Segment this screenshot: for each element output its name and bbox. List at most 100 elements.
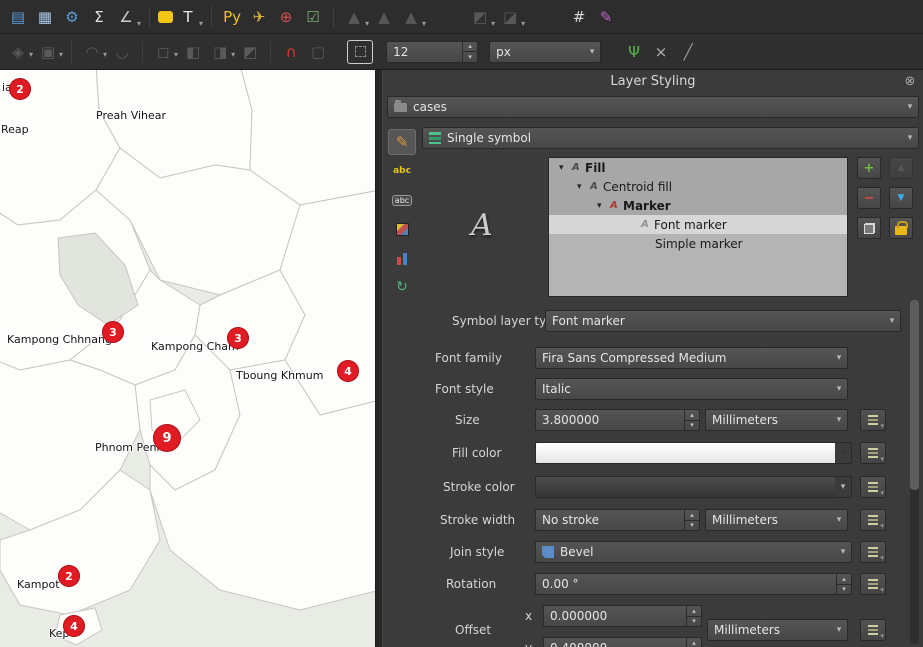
tab-diagrams[interactable] [388,245,416,271]
map-tips-icon[interactable] [158,11,173,23]
diagonal-move-icon[interactable]: ╱ [676,40,700,64]
expand-arrow-icon[interactable]: ▾ [597,201,610,211]
join-style-combo[interactable]: Bevel [535,541,852,563]
rotation-spinbox[interactable]: 0.00 ° [535,573,852,595]
python-console-icon[interactable]: Py [220,5,244,29]
cluster-marker[interactable]: 3 [227,327,249,349]
map-canvas[interactable]: iaReapPreah VihearKampong ChhnangKampong… [0,70,375,647]
rotate-label-icon[interactable]: ◧ [181,40,205,64]
fill-color-button[interactable] [535,442,852,464]
text-annotation-icon[interactable]: T [176,5,200,29]
stroke-width-spinbox[interactable]: No stroke [535,509,700,531]
reports-icon[interactable]: ▤ [6,5,30,29]
tab-callouts[interactable]: abc [388,187,416,213]
data-defined-size-button[interactable] [860,409,886,431]
offset-x-spin-buttons[interactable] [686,606,701,626]
size-spinbox[interactable]: 3.800000 [535,409,700,431]
scrollbar-thumb[interactable] [910,300,919,490]
remove-symbol-layer-button[interactable]: − [857,187,881,209]
add-symbol-layer-button[interactable]: + [857,157,881,179]
symbol-tree-row-fill[interactable]: ▾AFill [549,158,847,177]
statistics-icon[interactable]: Σ [87,5,111,29]
close-icon[interactable]: ⊗ [902,73,918,89]
tab-symbology[interactable]: ✎ [388,129,416,155]
curved-label-icon[interactable]: ◠ [80,40,104,64]
offset-y-spin-buttons[interactable] [686,638,701,647]
label-properties-icon[interactable]: ◩ [238,40,262,64]
font-size-spinbox[interactable]: 12 [386,41,478,63]
active-tool-button[interactable] [347,40,373,64]
grid-icon[interactable]: # [567,5,591,29]
data-defined-stroke-color-button[interactable] [860,476,886,498]
measure-icon[interactable]: ∠ [114,5,138,29]
layer-combo[interactable]: cases [387,96,919,118]
change-label-icon[interactable]: ◨ [208,40,232,64]
symbol-tree-row-simple-marker[interactable]: Simple marker [549,234,847,253]
cluster-marker[interactable]: 9 [153,424,181,452]
data-defined-fill-color-button[interactable] [860,442,886,464]
layer-diagram-single-icon[interactable]: ◪ [498,5,522,29]
lock-color-button[interactable] [889,217,913,239]
symbol-layer-tree[interactable]: ▾AFill▾ACentroid fill▾AMarkerAFont marke… [548,157,848,297]
duplicate-symbol-layer-button[interactable] [857,217,881,239]
layer-labeling-rule-icon[interactable]: ▲ [399,5,423,29]
symbol-tree-row-marker[interactable]: ▾AMarker [549,196,847,215]
offset-label: Offset [455,619,491,641]
plugins-icon[interactable]: ✈ [247,5,271,29]
expand-arrow-icon[interactable]: ▾ [559,163,572,173]
size-unit-combo[interactable]: Millimeters [705,409,848,431]
size-label: Size [455,409,480,431]
font-style-combo[interactable]: Italic [535,378,848,400]
layer-diagram-icon[interactable]: ◩ [468,5,492,29]
tab-3d-view[interactable] [388,216,416,242]
panel-splitter[interactable] [375,70,383,647]
move-label-icon[interactable]: ◻ [151,40,175,64]
stroke-color-button[interactable] [535,476,852,498]
cluster-marker[interactable]: 2 [58,565,80,587]
data-defined-stroke-width-button[interactable] [860,509,886,531]
font-unit-combo[interactable]: px [489,41,601,63]
tab-labels[interactable]: abc [388,158,416,184]
layer-labeling-icon[interactable]: ▲ [342,5,366,29]
linked-label-icon[interactable]: ◡ [110,40,134,64]
cluster-marker[interactable]: 4 [337,360,359,382]
expand-arrow-icon[interactable]: ▾ [577,182,590,192]
font-size-spin-buttons[interactable] [462,42,477,62]
layout-manager-icon[interactable]: ▦ [33,5,57,29]
stroke-width-spin-buttons[interactable] [684,510,699,530]
cluster-marker[interactable]: 4 [63,615,85,637]
data-defined-rotation-button[interactable] [860,573,886,595]
panel-scrollbar[interactable] [910,300,919,644]
move-down-button[interactable]: ▼ [889,187,913,209]
renderer-combo[interactable]: Single symbol [422,127,919,149]
symbol-layer-type-combo[interactable]: Font marker [545,310,901,332]
pin-labels-icon[interactable]: Ψ [622,40,646,64]
highlight-labels-icon[interactable]: ▣ [36,40,60,64]
text-annotation-icon-dropdown[interactable]: ▾ [199,19,203,28]
tab-history[interactable]: ↻ [388,274,416,300]
avoid-overlap-icon[interactable]: ▢ [306,40,330,64]
data-defined-join-style-button[interactable] [860,541,886,563]
data-defined-offset-button[interactable] [860,619,886,641]
layer-labeling-single-icon[interactable]: ▲ [372,5,396,29]
offset-unit-combo[interactable]: Millimeters [707,619,848,641]
georeferencer-icon[interactable]: ⊕ [274,5,298,29]
symbol-tree-row-font-marker[interactable]: AFont marker [549,215,847,234]
rotation-spin-buttons[interactable] [836,574,851,594]
move-up-button[interactable]: ▲ [889,157,913,179]
map-theme-icon[interactable]: ☑ [301,5,325,29]
decoration-icon[interactable]: ✎ [594,5,618,29]
symbol-tree-row-centroid-fill[interactable]: ▾ACentroid fill [549,177,847,196]
font-family-combo[interactable]: Fira Sans Compressed Medium [535,347,848,369]
stroke-width-unit-combo[interactable]: Millimeters [705,509,848,531]
measure-icon-dropdown[interactable]: ▾ [137,19,141,28]
offset-y-spinbox[interactable]: 0.400000 [543,637,702,647]
pin-unpin-labels-icon[interactable]: ◈ [6,40,30,64]
snapping-magnet-icon[interactable]: ∩ [279,40,303,64]
cluster-marker[interactable]: 3 [102,321,124,343]
size-spin-buttons[interactable] [684,410,699,430]
offset-x-spinbox[interactable]: 0.000000 [543,605,702,627]
options-icon[interactable]: ⚙ [60,5,84,29]
cluster-marker[interactable]: 2 [9,78,31,100]
unpin-labels-icon[interactable]: × [649,40,673,64]
